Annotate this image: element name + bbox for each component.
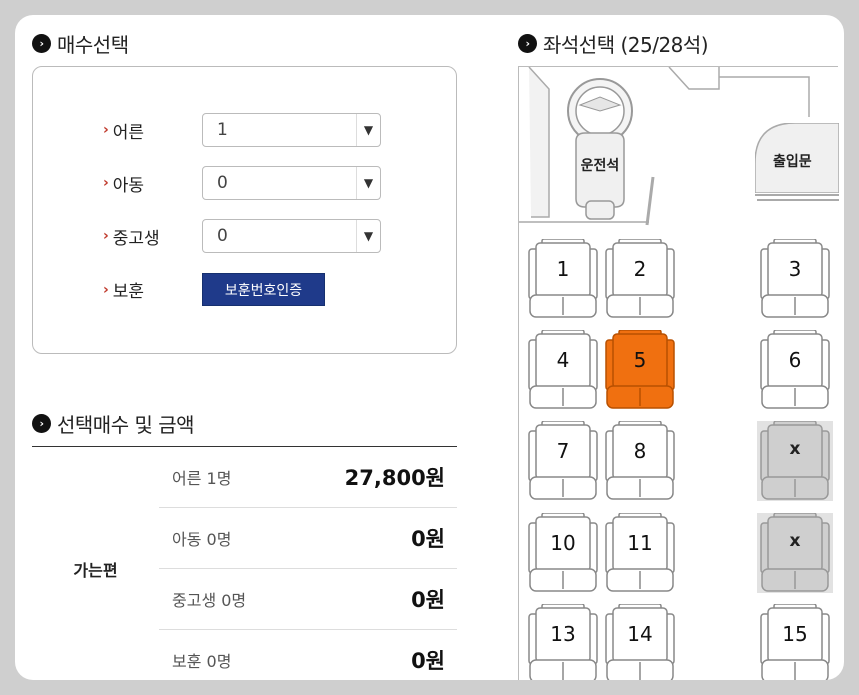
seat-13[interactable]: 13: [525, 603, 601, 680]
price-row-amount: 27,800원: [344, 466, 445, 490]
chevron-down-icon: ▼: [356, 220, 380, 252]
seat-2[interactable]: 2: [602, 238, 678, 319]
price-row-amount: 0원: [411, 588, 445, 612]
price-row-name: 보훈 0명: [172, 652, 232, 671]
price-row-amount: 0원: [411, 649, 445, 673]
chevron-down-icon: ▼: [356, 167, 380, 199]
direction-label: 가는편: [73, 560, 118, 580]
seat-number: 15: [782, 622, 808, 646]
seat-4[interactable]: 4: [525, 329, 601, 410]
chevron-right-icon: ›: [32, 34, 51, 53]
ticket-label-student: 중고생: [112, 228, 160, 249]
veteran-verify-button[interactable]: 보훈번호인증: [202, 273, 325, 306]
seat-section-title: › 좌석선택 (25/28석): [518, 29, 709, 58]
price-row: 어른 1명 27,800원: [159, 447, 457, 508]
seat-8[interactable]: 8: [602, 420, 678, 501]
driver-seat-back: [645, 176, 655, 226]
seat-10[interactable]: 10: [525, 512, 601, 593]
seat-12: x: [757, 512, 833, 597]
seat-number: x: [789, 439, 801, 459]
seat-14[interactable]: 14: [602, 603, 678, 680]
seat-icon: [757, 512, 833, 597]
seat-number: 7: [556, 439, 570, 463]
chevron-down-icon: ▼: [356, 114, 380, 146]
price-row-name: 아동 0명: [172, 530, 232, 549]
summary-section-title-text: 선택매수 및 금액: [57, 413, 195, 437]
seat-number: 5: [633, 348, 647, 372]
price-row-name: 어른 1명: [172, 469, 232, 488]
ticket-row-veteran: › 보훈 보훈번호인증: [103, 273, 325, 306]
seat-number: 11: [627, 531, 653, 555]
ticket-label-adult: 어른: [112, 122, 145, 143]
ticket-label-child: 아동: [112, 175, 145, 196]
seat-number: 4: [556, 348, 570, 372]
chevron-right-icon: ›: [518, 34, 537, 53]
summary-section-title: › 선택매수 및 금액: [32, 409, 195, 438]
arrow-icon: ›: [103, 228, 109, 244]
price-row: 보훈 0명 0원: [159, 630, 457, 680]
arrow-icon: ›: [103, 122, 109, 138]
door-label: 출입문: [773, 154, 812, 170]
driver-seat-label: 운전석: [580, 158, 620, 174]
ticket-section-title-text: 매수선택: [57, 33, 129, 57]
seat-1[interactable]: 1: [525, 238, 601, 319]
reservation-card: › 매수선택 ›어른 1 ▼ ›아동 0 ▼ ›중고생 0 ▼ ›보훈: [15, 15, 844, 680]
adult-count-value: 1: [217, 120, 228, 140]
seat-11[interactable]: 11: [602, 512, 678, 593]
seat-7[interactable]: 7: [525, 420, 601, 501]
adult-count-select[interactable]: 1 ▼: [202, 113, 381, 147]
seat-15[interactable]: 15: [757, 603, 833, 680]
child-count-select[interactable]: 0 ▼: [202, 166, 381, 200]
seat-number: 3: [788, 257, 802, 281]
ticket-label-veteran: 보훈: [112, 282, 145, 302]
seat-number: 10: [550, 531, 576, 555]
bus-seat-map: 운전석 출입문 1 2 3 4 5 6 7 8 x 10 11 x 13 14 15: [518, 66, 839, 680]
seat-9: x: [757, 420, 833, 505]
seat-3[interactable]: 3: [757, 238, 833, 319]
seat-5[interactable]: 5: [602, 329, 678, 410]
seat-number: 2: [633, 257, 647, 281]
seat-number: 13: [550, 622, 576, 646]
ticket-section-title: › 매수선택: [32, 29, 129, 58]
seat-number: 6: [788, 348, 802, 372]
price-row: 중고생 0명 0원: [159, 569, 457, 630]
chevron-right-icon: ›: [32, 414, 51, 433]
arrow-icon: ›: [103, 175, 109, 191]
price-row-name: 중고생 0명: [172, 591, 247, 610]
price-row: 아동 0명 0원: [159, 508, 457, 569]
price-summary-table: 가는편 어른 1명 27,800원 아동 0명 0원 중고생 0명 0원 보훈 …: [32, 446, 457, 673]
student-count-select[interactable]: 0 ▼: [202, 219, 381, 253]
child-count-value: 0: [217, 173, 228, 193]
steering-wheel-icon: [567, 78, 633, 220]
arrow-icon: ›: [103, 281, 109, 298]
ticket-row-child: › 아동 0 ▼: [103, 166, 381, 200]
price-row-amount: 0원: [411, 527, 445, 551]
seat-number: 1: [556, 257, 570, 281]
seat-6[interactable]: 6: [757, 329, 833, 410]
seat-number: x: [789, 531, 801, 551]
ticket-count-box: › 어른 1 ▼ › 아동 0 ▼ › 중고생 0 ▼ › 보훈 보훈번호인증: [32, 66, 457, 354]
seat-section-title-text: 좌석선택 (25/28석): [543, 33, 709, 57]
ticket-row-adult: › 어른 1 ▼: [103, 113, 381, 147]
seat-number: 8: [633, 439, 647, 463]
seat-number: 14: [627, 622, 653, 646]
student-count-value: 0: [217, 226, 228, 246]
seat-icon: [757, 420, 833, 505]
ticket-row-student: › 중고생 0 ▼: [103, 219, 381, 253]
